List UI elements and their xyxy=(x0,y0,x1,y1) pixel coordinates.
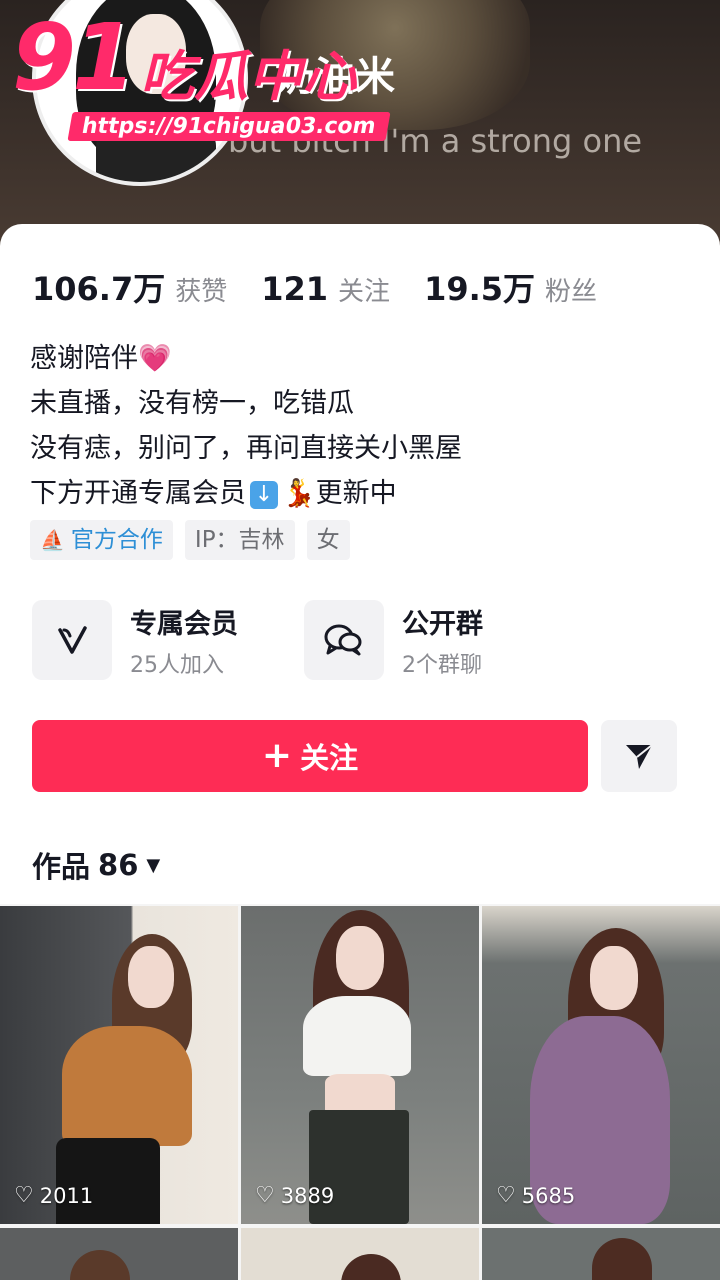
works-count: 86 xyxy=(98,848,139,882)
stat-followers-value: 19.5万 xyxy=(424,270,536,308)
stat-followers[interactable]: 19.5万 粉丝 xyxy=(424,264,597,310)
plus-icon: + xyxy=(261,735,293,776)
video-likes: ♡ 5685 xyxy=(496,1183,575,1208)
stat-likes[interactable]: 106.7万 获赞 xyxy=(32,264,227,310)
profile-tags: ⛵ 官方合作 IP：吉林 女 xyxy=(30,520,362,560)
chat-bubbles-icon xyxy=(304,600,384,680)
bio-line-1: 感谢陪伴 xyxy=(30,343,138,374)
works-label: 作品 xyxy=(32,850,91,884)
stat-following-value: 121 xyxy=(261,270,329,308)
video-likes-count: 3889 xyxy=(280,1183,335,1208)
membership-title: 专属会员 xyxy=(130,608,238,640)
heart-outline-icon: ♡ xyxy=(496,1183,516,1208)
tag-ip-label: IP：吉林 xyxy=(194,527,285,553)
watermark-url: https://91chigua03.com xyxy=(67,112,391,141)
video-tile[interactable]: ♡ 2011 xyxy=(0,906,238,1224)
tag-gender: 女 xyxy=(306,520,350,560)
caret-down-icon: ▼ xyxy=(146,854,161,876)
bio: 感谢陪伴💗 未直播，没有榜一，吃错瓜 没有痣，别问了，再问直接关小黑屋 下方开通… xyxy=(30,336,462,516)
video-likes: ♡ 2011 xyxy=(14,1183,93,1208)
video-tile[interactable]: ♡ 3889 xyxy=(241,906,479,1224)
watermark-logo-text: 吃瓜中心 xyxy=(140,45,356,108)
group-subtitle: 2个群聊 xyxy=(402,652,482,678)
stat-followers-label: 粉丝 xyxy=(545,277,598,307)
bio-line-2: 未直播，没有榜一，吃错瓜 xyxy=(30,388,354,419)
works-tab[interactable]: 作品 86 ▼ xyxy=(32,844,160,886)
profile-card: 106.7万 获赞 121 关注 19.5万 粉丝 感谢陪伴💗 未直播，没有榜一… xyxy=(0,224,720,904)
bio-line-4-start: 下方开通专属会员 xyxy=(30,478,246,509)
video-tile[interactable] xyxy=(241,1228,479,1280)
tag-gender-label: 女 xyxy=(316,527,340,553)
v-logo-icon xyxy=(32,600,112,680)
membership-entry[interactable]: 专属会员 25人加入 xyxy=(32,600,238,680)
video-likes-count: 5685 xyxy=(521,1183,576,1208)
video-tile[interactable] xyxy=(482,1228,720,1280)
profile-header: 奶油米 but bitch I'm a strong one 91 吃瓜中心 h… xyxy=(0,0,720,250)
follow-button-label: 关注 xyxy=(300,741,359,775)
share-button[interactable] xyxy=(601,720,677,792)
stat-likes-label: 获赞 xyxy=(175,277,228,307)
public-group-entry[interactable]: 公开群 2个群聊 xyxy=(304,600,483,680)
tag-official-label: 官方合作 xyxy=(70,527,163,553)
send-arrow-icon xyxy=(626,744,653,769)
heart-emoji-icon: 💗 xyxy=(138,343,172,374)
stats-row: 106.7万 获赞 121 关注 19.5万 粉丝 xyxy=(32,264,631,310)
group-title: 公开群 xyxy=(402,608,483,640)
tag-ip-location: IP：吉林 xyxy=(184,520,295,560)
tag-official-partner[interactable]: ⛵ 官方合作 xyxy=(30,520,173,560)
bio-line-3: 没有痣，别问了，再问直接关小黑屋 xyxy=(30,433,462,464)
official-badge-icon: ⛵ xyxy=(40,528,65,552)
video-likes-count: 2011 xyxy=(39,1183,94,1208)
heart-outline-icon: ♡ xyxy=(255,1183,275,1208)
watermark-logo-number: 91 xyxy=(12,4,136,111)
membership-subtitle: 25人加入 xyxy=(130,652,224,678)
video-grid: ♡ 2011 ♡ 3889 ♡ 5685 xyxy=(0,906,720,1280)
video-tile[interactable]: ♡ 5685 xyxy=(482,906,720,1224)
stat-following[interactable]: 121 关注 xyxy=(261,270,390,308)
video-tile[interactable] xyxy=(0,1228,238,1280)
follow-button[interactable]: + 关注 xyxy=(32,720,588,792)
dancer-emoji-icon: 💃 xyxy=(282,478,316,509)
stat-following-label: 关注 xyxy=(338,277,391,307)
stat-likes-value: 106.7万 xyxy=(32,270,166,308)
heart-outline-icon: ♡ xyxy=(14,1183,34,1208)
down-arrow-emoji-icon: ↓ xyxy=(250,480,278,509)
video-likes: ♡ 3889 xyxy=(255,1183,334,1208)
bio-line-4-end: 更新中 xyxy=(315,478,397,509)
